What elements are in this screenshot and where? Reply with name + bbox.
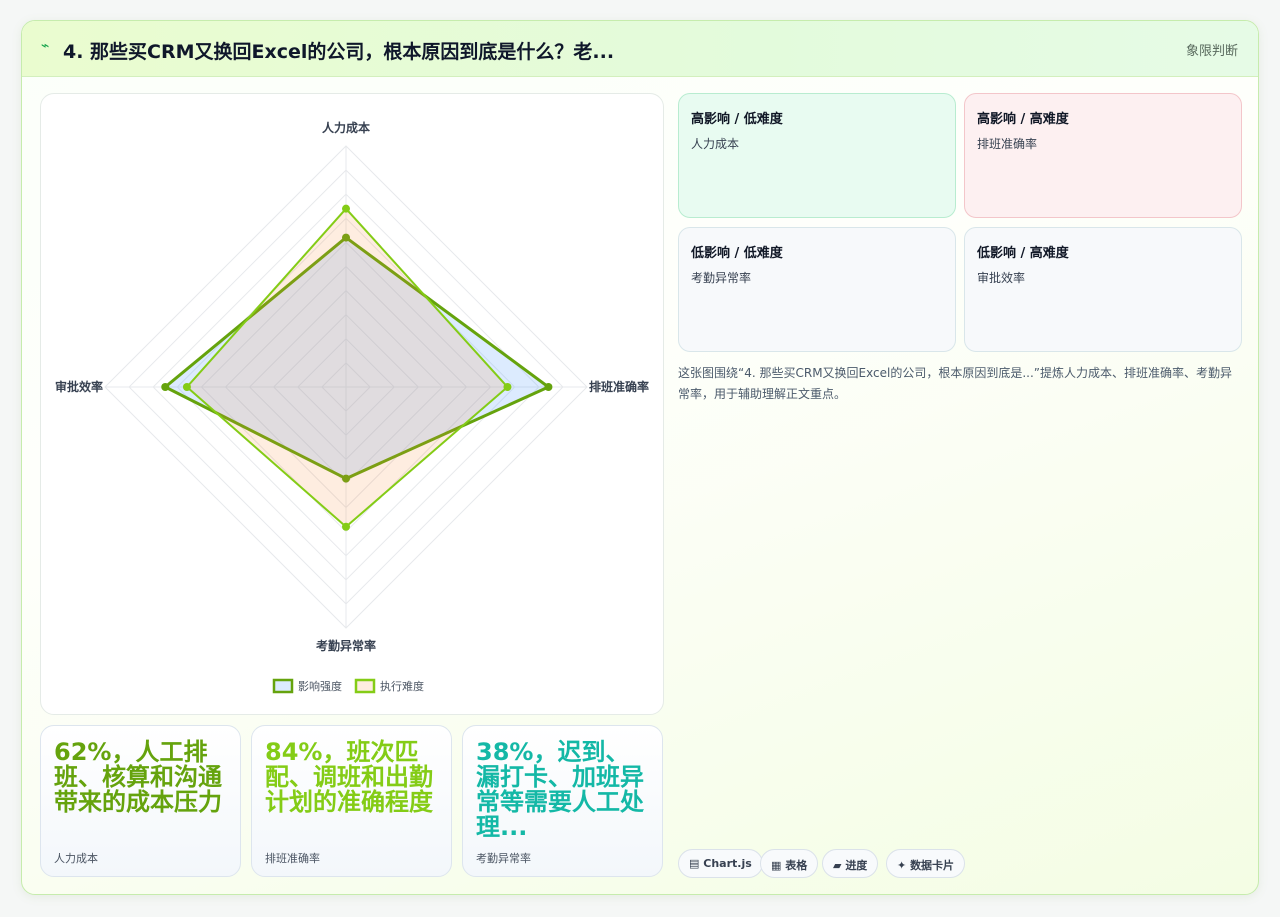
data-point <box>342 522 350 531</box>
folder-icon: ▰ <box>833 859 842 872</box>
chart-caption: 这张图围绕“4. 那些买CRM又换回Excel的公司，根本原因到底是...”提炼… <box>678 366 1233 401</box>
infographic-panel: ⌁ 4. 那些买CRM又换回Excel的公司，根本原因到底是什么？老... 象限… <box>21 20 1259 895</box>
axis-label: 人力成本 <box>322 120 370 135</box>
stat-headline: 62%，人工排班、核算和沟通带来的成本压力 <box>54 738 222 816</box>
quadrant-title: 高影响 / 高难度 <box>977 112 1069 127</box>
legend-swatch <box>272 678 294 694</box>
quadrant-item: 考勤异常率 <box>691 271 752 285</box>
legend-label: 影响强度 <box>298 679 342 693</box>
stat-card-labor-cost: 62%，人工排班、核算和沟通带来的成本压力 人力成本 <box>40 725 241 877</box>
chip-label: 进度 <box>845 859 868 872</box>
quadrant-high-impact-high-difficulty: 高影响 / 高难度 排班准确率 <box>964 93 1242 218</box>
quadrant-title: 低影响 / 低难度 <box>691 246 783 261</box>
table-icon: ▦ <box>771 859 782 872</box>
chip-table[interactable]: ▦ 表格 <box>760 849 819 878</box>
chip-chartjs[interactable]: ▤ Chart.js <box>678 849 763 878</box>
quadrant-title: 高影响 / 低难度 <box>691 112 783 127</box>
data-point <box>503 383 512 391</box>
data-point <box>544 383 553 391</box>
quadrant-item: 审批效率 <box>977 271 1026 285</box>
quadrant-high-impact-low-difficulty: 高影响 / 低难度 人力成本 <box>678 93 956 218</box>
data-point <box>161 383 170 391</box>
chip-progress[interactable]: ▰ 进度 <box>822 849 879 878</box>
axis-label: 审批效率 <box>55 379 103 394</box>
stat-label: 人力成本 <box>54 852 98 865</box>
radar-chart: 人力成本排班准确率考勤异常率 审批效率影响强度 执行难度 <box>55 120 649 694</box>
panel-title: 4. 那些买CRM又换回Excel的公司，根本原因到底是什么？老... <box>63 41 615 63</box>
legend-swatch <box>354 678 376 694</box>
quadrant-item: 人力成本 <box>691 137 740 151</box>
panel-header: ⌁ 4. 那些买CRM又换回Excel的公司，根本原因到底是什么？老... 象限… <box>22 21 1258 77</box>
data-point <box>182 383 191 391</box>
radar-chart-card: 人力成本排班准确率考勤异常率 审批效率影响强度 执行难度 <box>40 93 664 715</box>
sparkle-icon: ✦ <box>897 859 907 872</box>
axis-label: 排班准确率 <box>589 379 649 394</box>
panel-tag: 象限判断 <box>1185 44 1238 59</box>
chip-label: Chart.js <box>703 857 752 870</box>
legend-label: 执行难度 <box>380 679 424 693</box>
stat-label: 排班准确率 <box>265 852 320 865</box>
quadrant-low-impact-high-difficulty: 低影响 / 高难度 审批效率 <box>964 227 1242 352</box>
chip-label: 表格 <box>785 859 808 872</box>
chip-data-card[interactable]: ✦ 数据卡片 <box>886 849 966 878</box>
chart-icon: ▤ <box>689 857 700 870</box>
stat-card-schedule-accuracy: 84%，班次匹配、调班和出勤计划的准确程度 排班准确率 <box>251 725 452 877</box>
quadrant-title: 低影响 / 高难度 <box>977 246 1069 261</box>
stat-label: 考勤异常率 <box>476 852 531 865</box>
quadrant-item: 排班准确率 <box>977 137 1038 151</box>
sparkline-icon: ⌁ <box>41 38 50 54</box>
stat-card-attendance-anomaly: 38%，迟到、漏打卡、加班异常等需要人工处理... 考勤异常率 <box>462 725 663 877</box>
quadrant-low-impact-low-difficulty: 低影响 / 低难度 考勤异常率 <box>678 227 956 352</box>
chip-label: 数据卡片 <box>910 859 955 872</box>
stat-headline: 38%，迟到、漏打卡、加班异常等需要人工处理... <box>476 738 644 841</box>
stat-headline: 84%，班次匹配、调班和出勤计划的准确程度 <box>265 738 433 816</box>
axis-label: 考勤异常率 <box>316 638 376 653</box>
data-point <box>342 204 350 213</box>
